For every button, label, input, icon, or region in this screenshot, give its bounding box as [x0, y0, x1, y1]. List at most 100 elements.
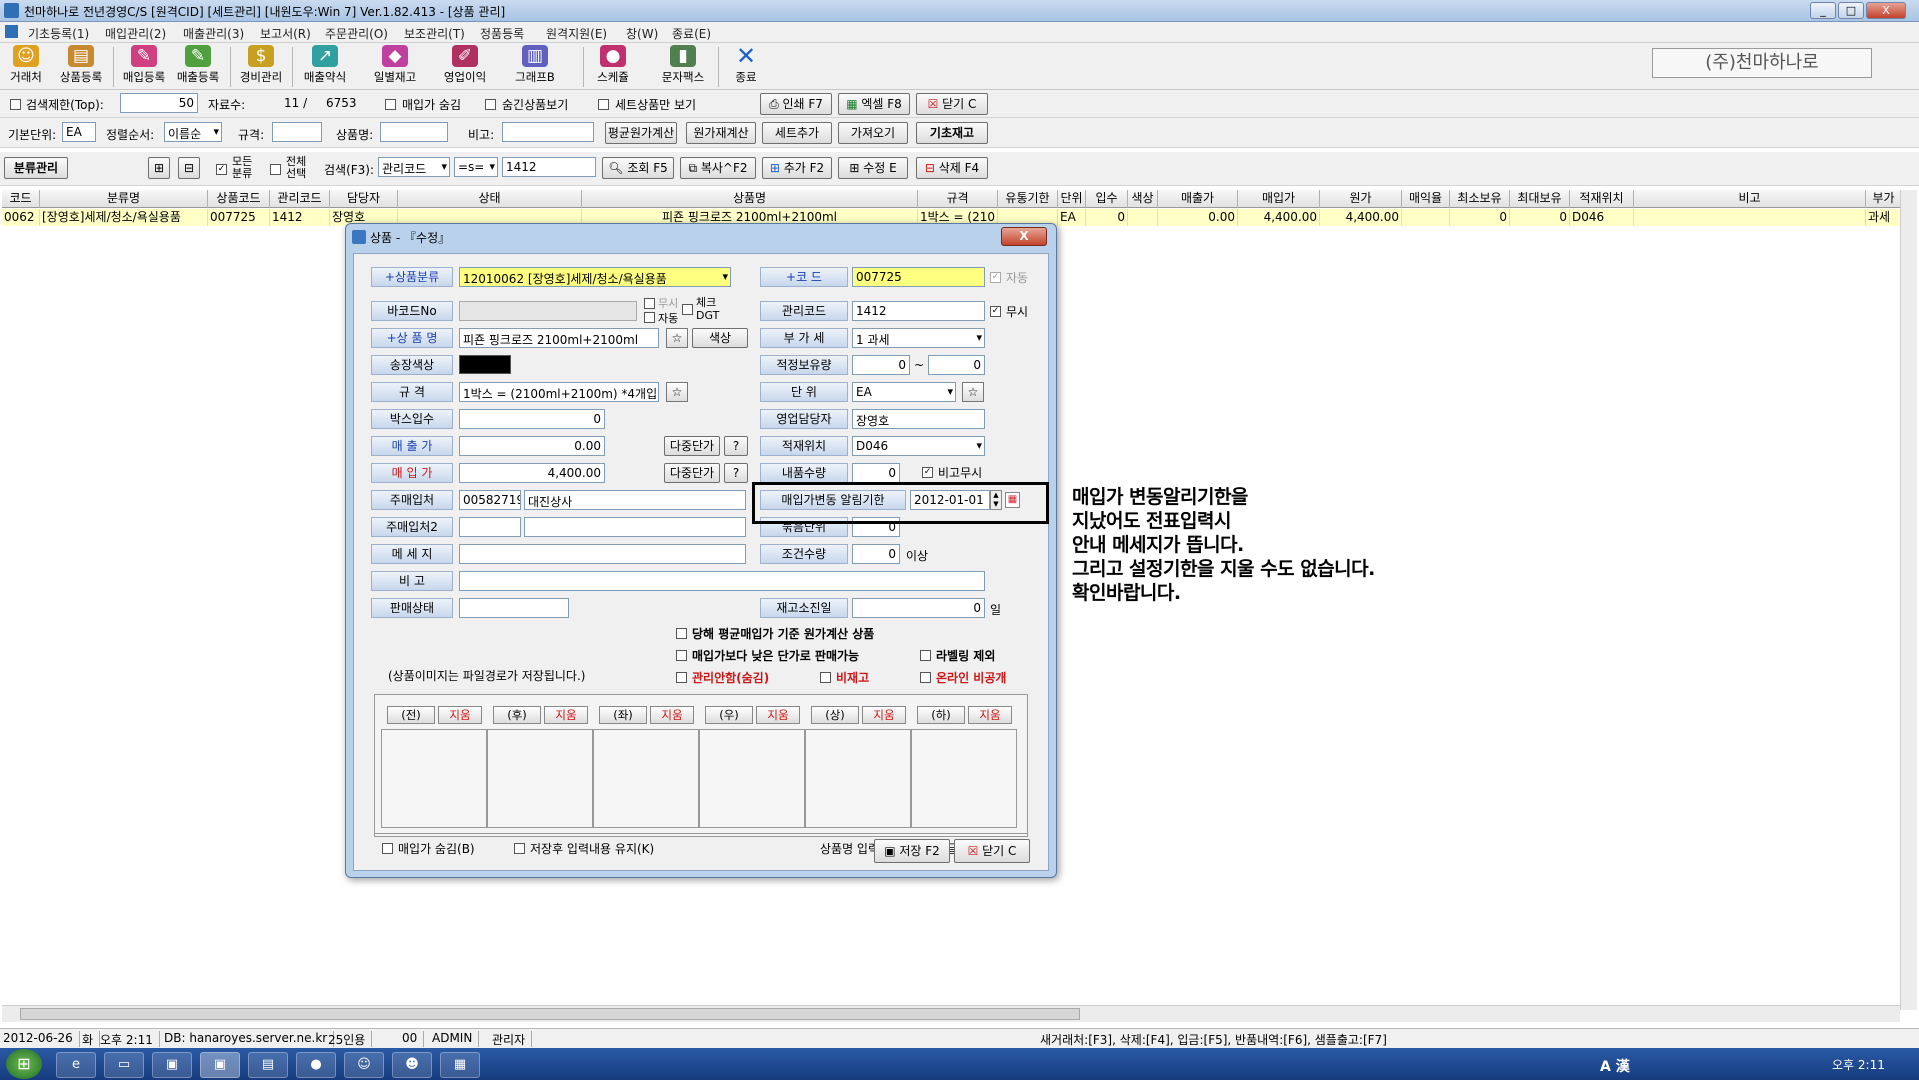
menu-sales[interactable]: 매출관리(3): [183, 25, 244, 42]
search-op-select[interactable]: =s=: [454, 157, 498, 177]
hide-buy-price-checkbox[interactable]: [385, 99, 396, 110]
horizontal-scrollbar[interactable]: [2, 1005, 1900, 1022]
limit-input[interactable]: 50: [120, 93, 198, 113]
buy-price-input[interactable]: 4,400.00: [459, 463, 605, 483]
col-cost[interactable]: 원가: [1320, 190, 1402, 208]
print-button[interactable]: ⎙ 인쇄 F7: [760, 93, 832, 115]
vat-select[interactable]: 1 과세: [852, 328, 985, 348]
toolbar-sales-summary[interactable]: ↗ 매출약식: [298, 45, 352, 85]
folder-icon[interactable]: ▭: [104, 1052, 144, 1078]
image-front-delete[interactable]: 지움: [438, 706, 482, 724]
spec-input[interactable]: 1박스 = (2100ml+2100m) *4개입: [459, 382, 659, 402]
search-field-select[interactable]: 관리코드: [378, 157, 450, 177]
col-mgmt-code[interactable]: 관리코드: [270, 190, 330, 208]
col-spec[interactable]: 규격: [918, 190, 998, 208]
inner-qty-input[interactable]: 0: [852, 463, 900, 483]
collapse-icon[interactable]: ⊞: [148, 157, 170, 179]
color-button[interactable]: 색상: [692, 328, 748, 348]
note-ignore-checkbox[interactable]: ✓: [922, 467, 933, 478]
menu-window[interactable]: 창(W): [626, 25, 658, 42]
col-max[interactable]: 최대보유: [1510, 190, 1570, 208]
non-stock-option-checkbox[interactable]: [820, 672, 831, 683]
taskbar-clock[interactable]: 오후 2:11: [1832, 1056, 1885, 1073]
sell-multi-price-button[interactable]: 다중단가: [664, 436, 720, 456]
image-bottom-button[interactable]: (하): [917, 706, 965, 724]
excel-button[interactable]: ▦ 엑셀 F8: [838, 93, 910, 115]
message-input[interactable]: [459, 544, 746, 564]
recalc-cost-button[interactable]: 원가재계산: [686, 122, 756, 144]
toolbar-expense[interactable]: $ 경비관리: [236, 45, 286, 85]
col-unit[interactable]: 단위: [1058, 190, 1086, 208]
image-right-button[interactable]: (우): [705, 706, 753, 724]
spec-star-icon[interactable]: ☆: [666, 382, 688, 402]
labeling-option-checkbox[interactable]: [920, 650, 931, 661]
unit-star-icon[interactable]: ☆: [962, 382, 984, 402]
name-star-icon[interactable]: ☆: [666, 328, 688, 348]
image-back-delete[interactable]: 지움: [544, 706, 588, 724]
limit-checkbox[interactable]: [10, 99, 21, 110]
cond-qty-input[interactable]: 0: [852, 544, 900, 564]
menu-report[interactable]: 보고서(R): [260, 25, 311, 42]
image-back-button[interactable]: (후): [493, 706, 541, 724]
all-class-checkbox[interactable]: ✓: [216, 164, 227, 175]
taskbar-app-icon[interactable]: ▤: [248, 1052, 288, 1078]
image-top[interactable]: [805, 729, 911, 828]
image-back[interactable]: [487, 729, 593, 828]
sell-help-button[interactable]: ?: [724, 436, 748, 456]
import-button[interactable]: 가져오기: [838, 122, 908, 144]
dialog-cancel-button[interactable]: ☒ 닫기 C: [954, 839, 1030, 863]
col-expiry[interactable]: 유통기한: [998, 190, 1058, 208]
minimize-button[interactable]: _: [1810, 2, 1836, 19]
stock-max-input[interactable]: 0: [928, 355, 985, 375]
image-front[interactable]: [381, 729, 487, 828]
menu-register[interactable]: 정품등록: [480, 25, 524, 42]
select-all-checkbox[interactable]: [270, 164, 281, 175]
sales-manager-input[interactable]: 장영호: [852, 409, 985, 429]
lower-price-option-checkbox[interactable]: [676, 650, 687, 661]
online-hidden-option-checkbox[interactable]: [920, 672, 931, 683]
base-unit-input[interactable]: EA: [62, 122, 96, 142]
taskbar-app-icon[interactable]: ▦: [440, 1052, 480, 1078]
col-product-name[interactable]: 상품명: [582, 190, 918, 208]
image-bottom-delete[interactable]: 지움: [968, 706, 1012, 724]
menu-remote[interactable]: 원격지원(E): [546, 25, 607, 42]
app-icon[interactable]: ▣: [152, 1052, 192, 1078]
menu-basic[interactable]: 기초등록(1): [28, 25, 89, 42]
supplier-name-input[interactable]: 대진상사: [524, 490, 746, 510]
sale-status-input[interactable]: [459, 598, 569, 618]
query-button[interactable]: 🔍︎ 조회 F5: [602, 157, 674, 179]
add-set-button[interactable]: 세트추가: [762, 122, 832, 144]
image-right[interactable]: [699, 729, 805, 828]
edit-button[interactable]: ⊞ 수정 E: [838, 157, 908, 179]
barcode-ignore-checkbox[interactable]: [644, 298, 655, 309]
spec-input[interactable]: [272, 122, 322, 142]
image-left[interactable]: [593, 729, 699, 828]
barcode-auto-checkbox[interactable]: [644, 312, 655, 323]
close-window-button[interactable]: X: [1866, 2, 1906, 19]
toolbar-sales[interactable]: ✎ 매출등록: [172, 45, 224, 85]
image-bottom[interactable]: [911, 729, 1017, 828]
unit-select[interactable]: EA: [852, 382, 956, 402]
menu-purchase[interactable]: 매입관리(2): [105, 25, 166, 42]
note-input[interactable]: [459, 571, 985, 591]
product-name-input[interactable]: 피죤 핑크로즈 2100ml+2100ml: [459, 328, 659, 348]
avg-cost-button[interactable]: 평균원가계산: [605, 122, 677, 144]
category-select[interactable]: 12010062 [장영호]세제/청소/욕실용품: [459, 267, 731, 287]
buy-multi-price-button[interactable]: 다중단가: [664, 463, 720, 483]
image-left-button[interactable]: (좌): [599, 706, 647, 724]
toolbar-schedule[interactable]: ● 스케쥴: [590, 45, 636, 85]
show-hidden-checkbox[interactable]: [485, 99, 496, 110]
col-location[interactable]: 적재위치: [1570, 190, 1634, 208]
add-button[interactable]: ⊞ 추가 F2: [762, 157, 832, 179]
taskbar-app-icon[interactable]: ●: [296, 1052, 336, 1078]
dialog-close-button[interactable]: X: [1001, 227, 1047, 246]
menu-exit[interactable]: 종료(E): [672, 25, 711, 42]
image-right-delete[interactable]: 지움: [756, 706, 800, 724]
category-manage-button[interactable]: 분류관리: [4, 157, 68, 179]
taskbar-app-icon[interactable]: ☺: [344, 1052, 384, 1078]
stockout-input[interactable]: 0: [852, 598, 985, 618]
ie-icon[interactable]: e: [56, 1052, 96, 1078]
name-input[interactable]: [380, 122, 448, 142]
no-manage-option-checkbox[interactable]: [676, 672, 687, 683]
keep-input-checkbox[interactable]: [514, 843, 525, 854]
